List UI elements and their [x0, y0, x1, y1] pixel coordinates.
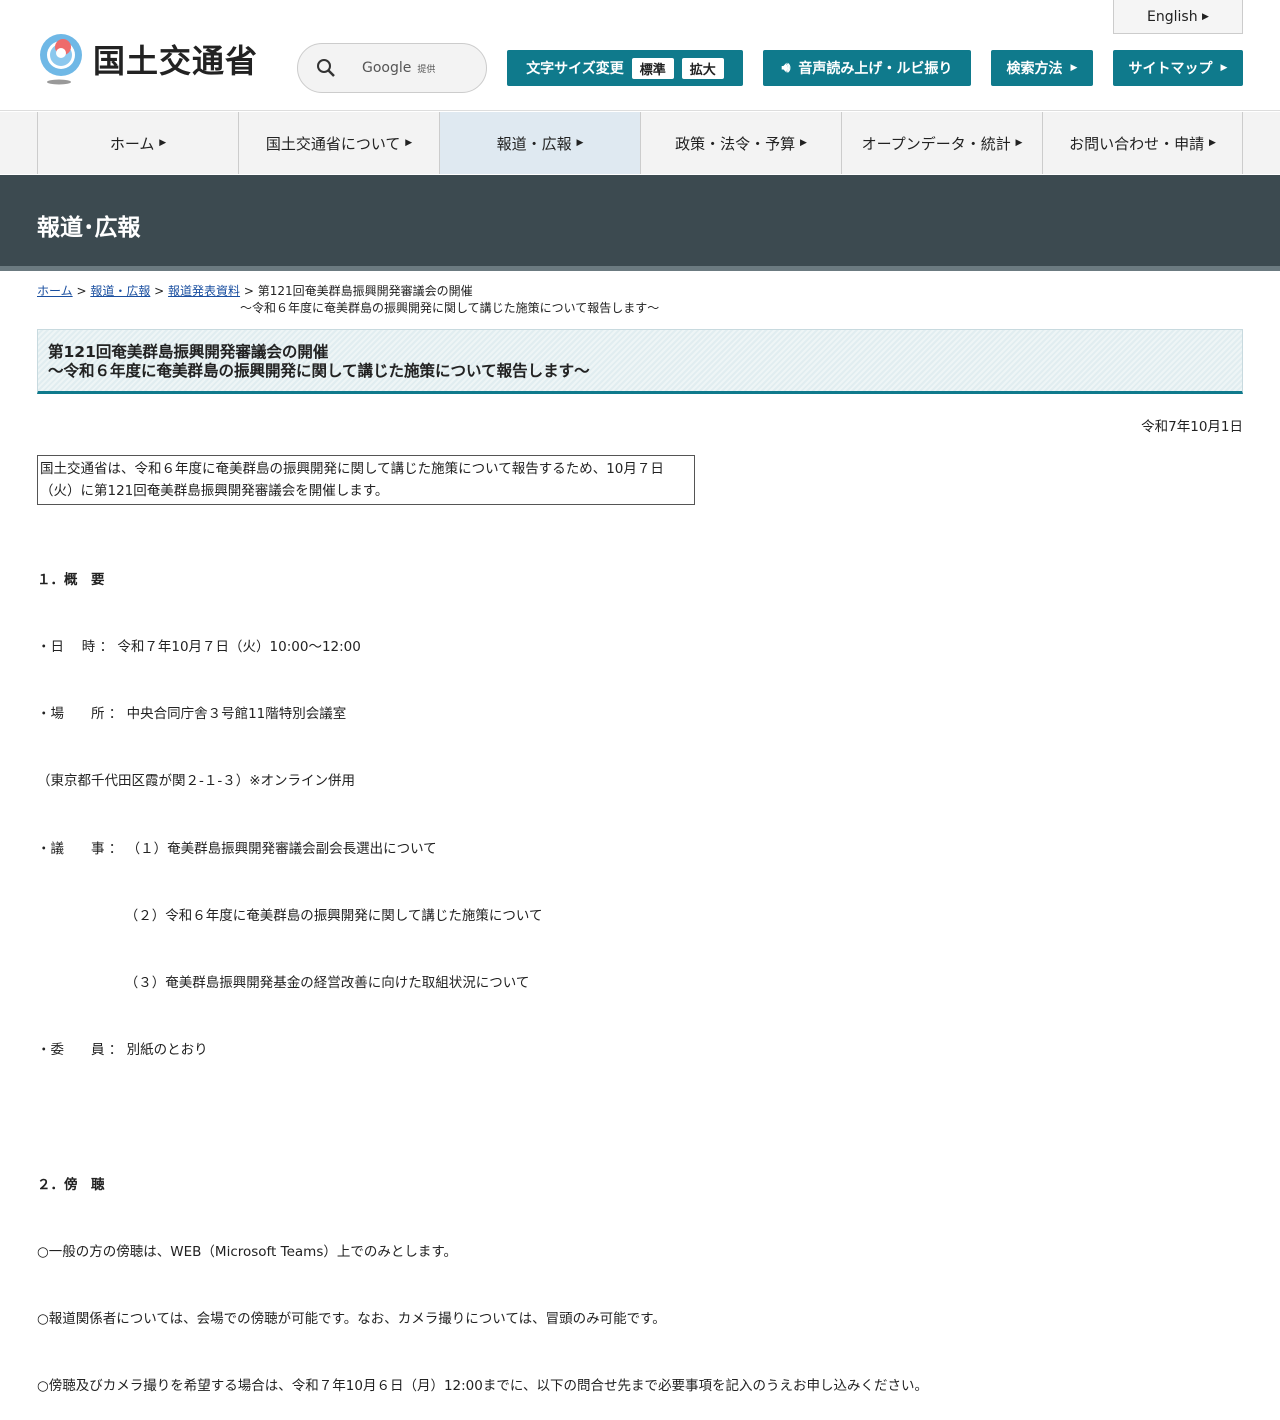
speech-label: 音声読み上げ・ルビ振り: [798, 61, 953, 77]
breadcrumb-current: 第121回奄美群島振興開発審議会の開催: [257, 284, 473, 298]
lead-paragraph: 国土交通省は、令和６年度に奄美群島の振興開発に関して講じた施策について報告するた…: [37, 455, 695, 505]
triangle-right-icon: ▶: [1202, 11, 1209, 22]
triangle-right-icon: ▶: [576, 138, 584, 148]
search-icon: [317, 59, 335, 77]
site-logo[interactable]: 国土交通省: [37, 33, 258, 85]
mlit-logo-icon: [37, 33, 85, 85]
nav-about[interactable]: 国土交通省について ▶: [238, 112, 439, 174]
font-large-button[interactable]: 拡大: [681, 57, 724, 79]
body-line: ○一般の方の傍聴は、WEB（Microsoft Teams）上でのみとします。: [37, 1244, 458, 1260]
provided-label: 提供: [417, 65, 436, 75]
triangle-right-icon: ▶: [1070, 63, 1078, 73]
body-line: （２）令和６年度に奄美群島の振興開発に関して講じた施策について: [37, 907, 543, 924]
body-line: ○傍聴及びカメラ撮りを希望する場合は、令和７年10月６日（月）12:00までに、…: [37, 1378, 928, 1395]
english-label: English: [1147, 8, 1198, 25]
breadcrumb: ホーム > 報道・広報 > 報道発表資料 > 第121回奄美群島振興開発審議会の…: [37, 284, 660, 315]
section-banner: 報道･広報: [0, 175, 1280, 271]
site-header: 国土交通省 Google 提供 English ▶ 文字サイズ変更 標準 拡大 🔊…: [0, 0, 1280, 111]
font-size-label: 文字サイズ変更: [526, 61, 624, 77]
body-line: ○報道関係者については、会場での傍聴が可能です。なお、カメラ撮りについては、冒頭…: [37, 1311, 666, 1328]
article-body: １．概 要 ・日 時 ： 令和７年10月７日（火）10:00～12:00 ・場 …: [37, 524, 928, 1420]
google-label: Google: [362, 60, 412, 76]
nav-home[interactable]: ホーム ▶: [37, 112, 238, 174]
logo-text: 国土交通省: [93, 42, 259, 80]
nav-opendata[interactable]: オープンデータ・統計 ▶: [841, 112, 1042, 174]
nav-label: オープンデータ・統計: [861, 134, 1011, 153]
nav-contact[interactable]: お問い合わせ・申請 ▶: [1042, 112, 1243, 174]
nav-policy[interactable]: 政策・法令・予算 ▶: [640, 112, 841, 174]
body-line: （３）奄美群島振興開発基金の経営改善に向けた取組状況について: [37, 975, 530, 992]
triangle-right-icon: ▶: [1220, 63, 1228, 73]
sitemap-label: サイトマップ: [1128, 61, 1213, 77]
font-standard-button[interactable]: 標準: [631, 57, 674, 79]
nav-press[interactable]: 報道・広報 ▶: [439, 112, 640, 174]
nav-label: 政策・法令・予算: [675, 134, 796, 153]
breadcrumb-press[interactable]: 報道・広報: [90, 284, 150, 298]
section-heading: １．概 要: [37, 571, 105, 588]
body-line: ・委 員 ： 別紙のとおり: [37, 1042, 208, 1059]
section-heading: ２．傍 聴: [37, 1176, 105, 1193]
site-search[interactable]: Google 提供: [297, 43, 487, 93]
triangle-right-icon: ▶: [1208, 138, 1216, 148]
breadcrumb-releases[interactable]: 報道発表資料: [168, 284, 240, 298]
nav-label: お問い合わせ・申請: [1069, 134, 1205, 153]
body-line: （東京都千代田区霞が関２-１-３）※オンライン併用: [37, 773, 356, 790]
body-line: ・場 所 ： 中央合同庁舎３号館11階特別会議室: [37, 706, 347, 723]
search-method-button[interactable]: 検索方法 ▶: [991, 50, 1093, 86]
triangle-right-icon: ▶: [799, 138, 807, 148]
page-title: 第121回奄美群島振興開発審議会の開催 ～令和６年度に奄美群島の振興開発に関して…: [37, 329, 1243, 394]
global-nav: ホーム ▶ 国土交通省について ▶ 報道・広報 ▶ 政策・法令・予算 ▶ オープ…: [0, 112, 1280, 174]
triangle-right-icon: ▶: [159, 138, 167, 148]
section-title: 報道･広報: [37, 215, 141, 241]
breadcrumb-home[interactable]: ホーム: [37, 284, 73, 298]
publish-date: 令和7年10月1日: [1141, 419, 1243, 435]
sitemap-button[interactable]: サイトマップ ▶: [1113, 50, 1243, 86]
body-line: ・日 時 ： 令和７年10月７日（火）10:00～12:00: [37, 639, 361, 656]
search-method-label: 検索方法: [1006, 61, 1063, 77]
nav-label: 国土交通省について: [265, 134, 401, 153]
triangle-right-icon: ▶: [405, 138, 413, 148]
body-line: ・議 事 ： （１）奄美群島振興開発審議会副会長選出について: [37, 840, 437, 857]
nav-label: ホーム: [109, 134, 155, 153]
triangle-right-icon: ▶: [1015, 138, 1023, 148]
nav-label: 報道・広報: [496, 134, 572, 153]
speech-ruby-button[interactable]: 🔊︎ 音声読み上げ・ルビ振り: [763, 50, 971, 86]
english-link[interactable]: English ▶: [1113, 0, 1243, 34]
title-line-1: 第121回奄美群島振興開発審議会の開催: [48, 343, 329, 361]
speaker-icon: 🔊︎: [781, 60, 791, 76]
title-line-2: ～令和６年度に奄美群島の振興開発に関して講じた施策について報告します～: [48, 362, 590, 380]
breadcrumb-current-subtitle: ～令和６年度に奄美群島の振興開発に関して講じた施策について報告します～: [240, 301, 660, 315]
font-size-control: 文字サイズ変更 標準 拡大: [507, 50, 743, 86]
